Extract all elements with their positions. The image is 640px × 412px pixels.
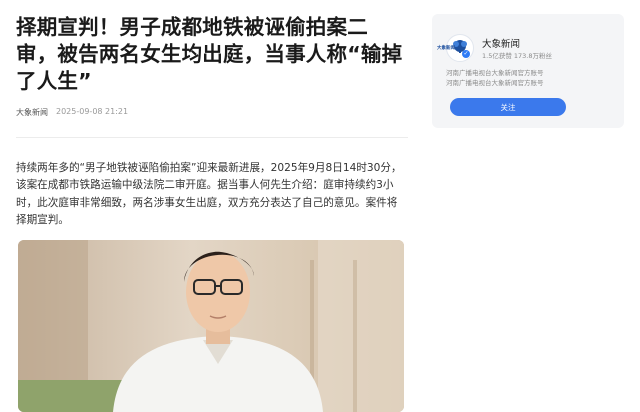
verified-badge-icon: ✓: [462, 50, 470, 58]
article-headline: 择期宣判！男子成都地铁被诬偷拍案二审，被告两名女生均出庭，当事人称“输掉了人生”: [16, 15, 403, 93]
follow-button[interactable]: 关注: [450, 98, 566, 116]
author-name[interactable]: 大象新闻: [482, 36, 520, 50]
article-header: 择期宣判！男子成都地铁被诬偷拍案二审，被告两名女生均出庭，当事人称“输掉了人生”…: [16, 14, 408, 118]
avatar-label: 大象新闻: [437, 46, 455, 51]
man-photo-illustration: [18, 240, 404, 412]
divider: [16, 137, 408, 138]
article-timestamp: 2025-09-08 21:21: [56, 107, 129, 116]
article-photo: [18, 240, 404, 412]
author-card: 大象新闻 ✓ 大象新闻 1.5亿获赞 173.8万粉丝 河南广播电视台大象新闻官…: [432, 14, 624, 128]
article-source[interactable]: 大象新闻: [16, 107, 48, 118]
article-meta: 大象新闻 2025-09-08 21:21: [16, 107, 408, 118]
author-stats: 1.5亿获赞 173.8万粉丝: [482, 52, 553, 60]
author-description: 河南广播电视台大象新闻官方账号 河南广播电视台大象新闻官方账号: [446, 69, 544, 87]
article-body: 持续两年多的“男子地铁被诬陷偷拍案”迎来最新进展，2025年9月8日14时30分…: [16, 162, 402, 226]
